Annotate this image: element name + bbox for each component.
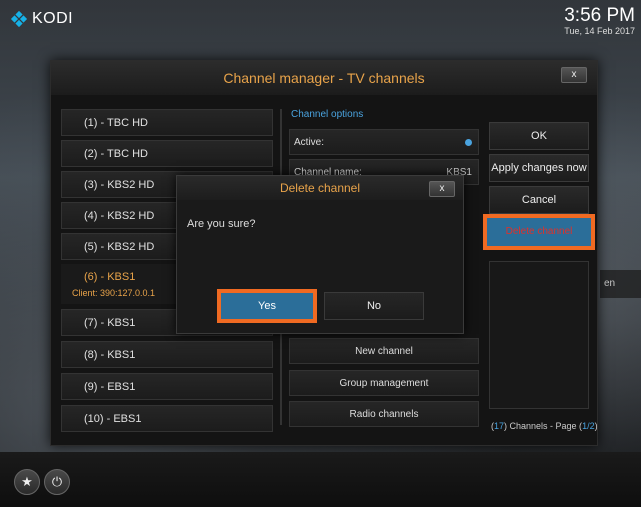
group-management-button[interactable]: Group management (289, 370, 479, 396)
channel-item[interactable]: (9) - EBS1 (61, 373, 273, 400)
radio-on-icon (465, 139, 472, 146)
channel-item[interactable]: (8) - KBS1 (61, 341, 273, 368)
apply-changes-button[interactable]: Apply changes now (489, 154, 589, 182)
star-icon[interactable]: ★ (14, 469, 40, 495)
confirm-title: Delete channel (177, 176, 463, 200)
background-card: en (600, 270, 641, 298)
power-icon[interactable]: ⏻ (44, 469, 70, 495)
delete-confirm-dialog: Delete channel x Are you sure? Yes No (176, 175, 464, 334)
confirm-close-button[interactable]: x (429, 181, 455, 197)
cancel-button[interactable]: Cancel (489, 186, 589, 214)
ok-button[interactable]: OK (489, 122, 589, 150)
page-number: 1/2 (582, 421, 595, 431)
radio-channels-button[interactable]: Radio channels (289, 401, 479, 427)
confirm-message: Are you sure? (187, 218, 256, 230)
dialog-title: Channel manager - TV channels (51, 61, 597, 95)
close-button[interactable]: x (561, 67, 587, 83)
kodi-logo-icon (10, 10, 28, 28)
new-channel-button[interactable]: New channel (289, 338, 479, 364)
options-title: Channel options (291, 109, 364, 120)
clock: 3:56 PM Tue, 14 Feb 2017 (564, 5, 635, 37)
channel-item[interactable]: (1) - TBC HD (61, 109, 273, 136)
no-button[interactable]: No (324, 292, 424, 320)
channel-count: 17 (494, 421, 505, 431)
delete-channel-button[interactable]: Delete channel (483, 214, 595, 250)
channels-page-info: (17) Channels - Page (1/2) (491, 421, 598, 431)
kodi-logo: KODI (10, 10, 73, 28)
channel-item[interactable]: (2) - TBC HD (61, 140, 273, 167)
top-bar: KODI 3:56 PM Tue, 14 Feb 2017 (0, 0, 641, 40)
active-toggle[interactable]: Active: (289, 129, 479, 155)
bottom-bar: ★ ⏻ (0, 452, 641, 507)
channel-item[interactable]: (10) - EBS1 (61, 405, 273, 432)
clock-date: Tue, 14 Feb 2017 (564, 26, 635, 36)
yes-button[interactable]: Yes (217, 289, 317, 323)
active-label: Active: (294, 137, 325, 148)
clock-time: 3:56 PM (564, 5, 635, 26)
logo-text: KODI (32, 10, 74, 27)
channel-info-box (489, 261, 589, 409)
